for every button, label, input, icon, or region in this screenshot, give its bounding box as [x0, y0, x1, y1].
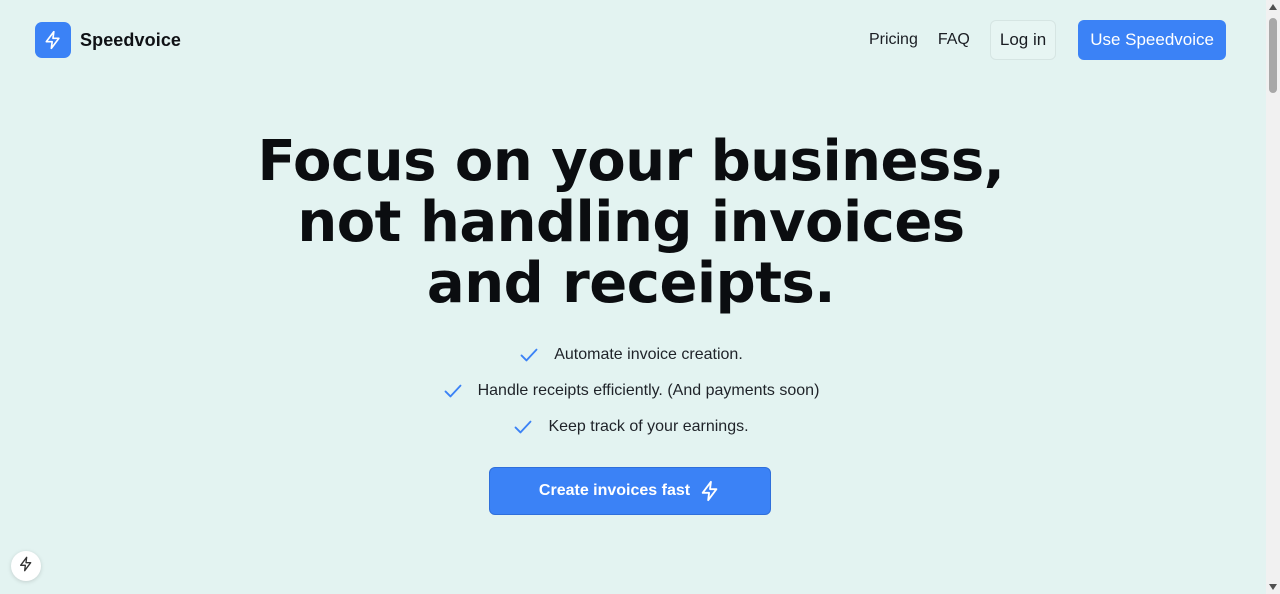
- hero-title: Focus on your business, not handling inv…: [0, 131, 1262, 314]
- scroll-up-arrow-icon[interactable]: [1266, 0, 1280, 14]
- feature-text: Automate invoice creation.: [554, 346, 743, 363]
- scroll-down-arrow-icon[interactable]: [1266, 580, 1280, 594]
- hero-title-line: Focus on your business,: [257, 129, 1005, 194]
- landing-page: Speedvoice Pricing FAQ Log in Use Speedv…: [0, 0, 1266, 594]
- scrollbar-thumb[interactable]: [1269, 18, 1277, 93]
- login-button[interactable]: Log in: [989, 20, 1057, 60]
- bolt-icon: [35, 22, 71, 58]
- brand-logo-link[interactable]: Speedvoice: [35, 22, 181, 58]
- hero-title-line: and receipts.: [426, 251, 836, 316]
- check-icon: [443, 381, 463, 401]
- check-icon: [513, 417, 533, 437]
- create-invoices-button[interactable]: Create invoices fast: [489, 467, 771, 515]
- floating-bolt-widget[interactable]: [11, 551, 41, 581]
- feature-item: Keep track of your earnings.: [0, 409, 1262, 445]
- feature-item: Automate invoice creation.: [0, 337, 1262, 373]
- brand-name: Speedvoice: [80, 29, 182, 50]
- create-invoices-label: Create invoices fast: [538, 482, 691, 499]
- nav-pricing-link[interactable]: Pricing: [869, 31, 918, 49]
- feature-list: Automate invoice creation. Handle receip…: [0, 337, 1262, 445]
- feature-text: Keep track of your earnings.: [548, 418, 749, 435]
- bolt-icon: [699, 480, 721, 502]
- nav-faq-link[interactable]: FAQ: [938, 31, 970, 49]
- top-nav: Pricing FAQ Log in Use Speedvoice: [869, 20, 1226, 60]
- check-icon: [519, 345, 539, 365]
- feature-text: Handle receipts efficiently. (And paymen…: [477, 382, 820, 399]
- site-header: Speedvoice Pricing FAQ Log in Use Speedv…: [0, 0, 1266, 80]
- vertical-scrollbar[interactable]: [1266, 0, 1280, 594]
- use-speedvoice-button[interactable]: Use Speedvoice: [1078, 20, 1226, 60]
- hero-title-line: not handling invoices: [297, 190, 965, 255]
- feature-item: Handle receipts efficiently. (And paymen…: [0, 373, 1262, 409]
- bolt-icon: [18, 556, 34, 577]
